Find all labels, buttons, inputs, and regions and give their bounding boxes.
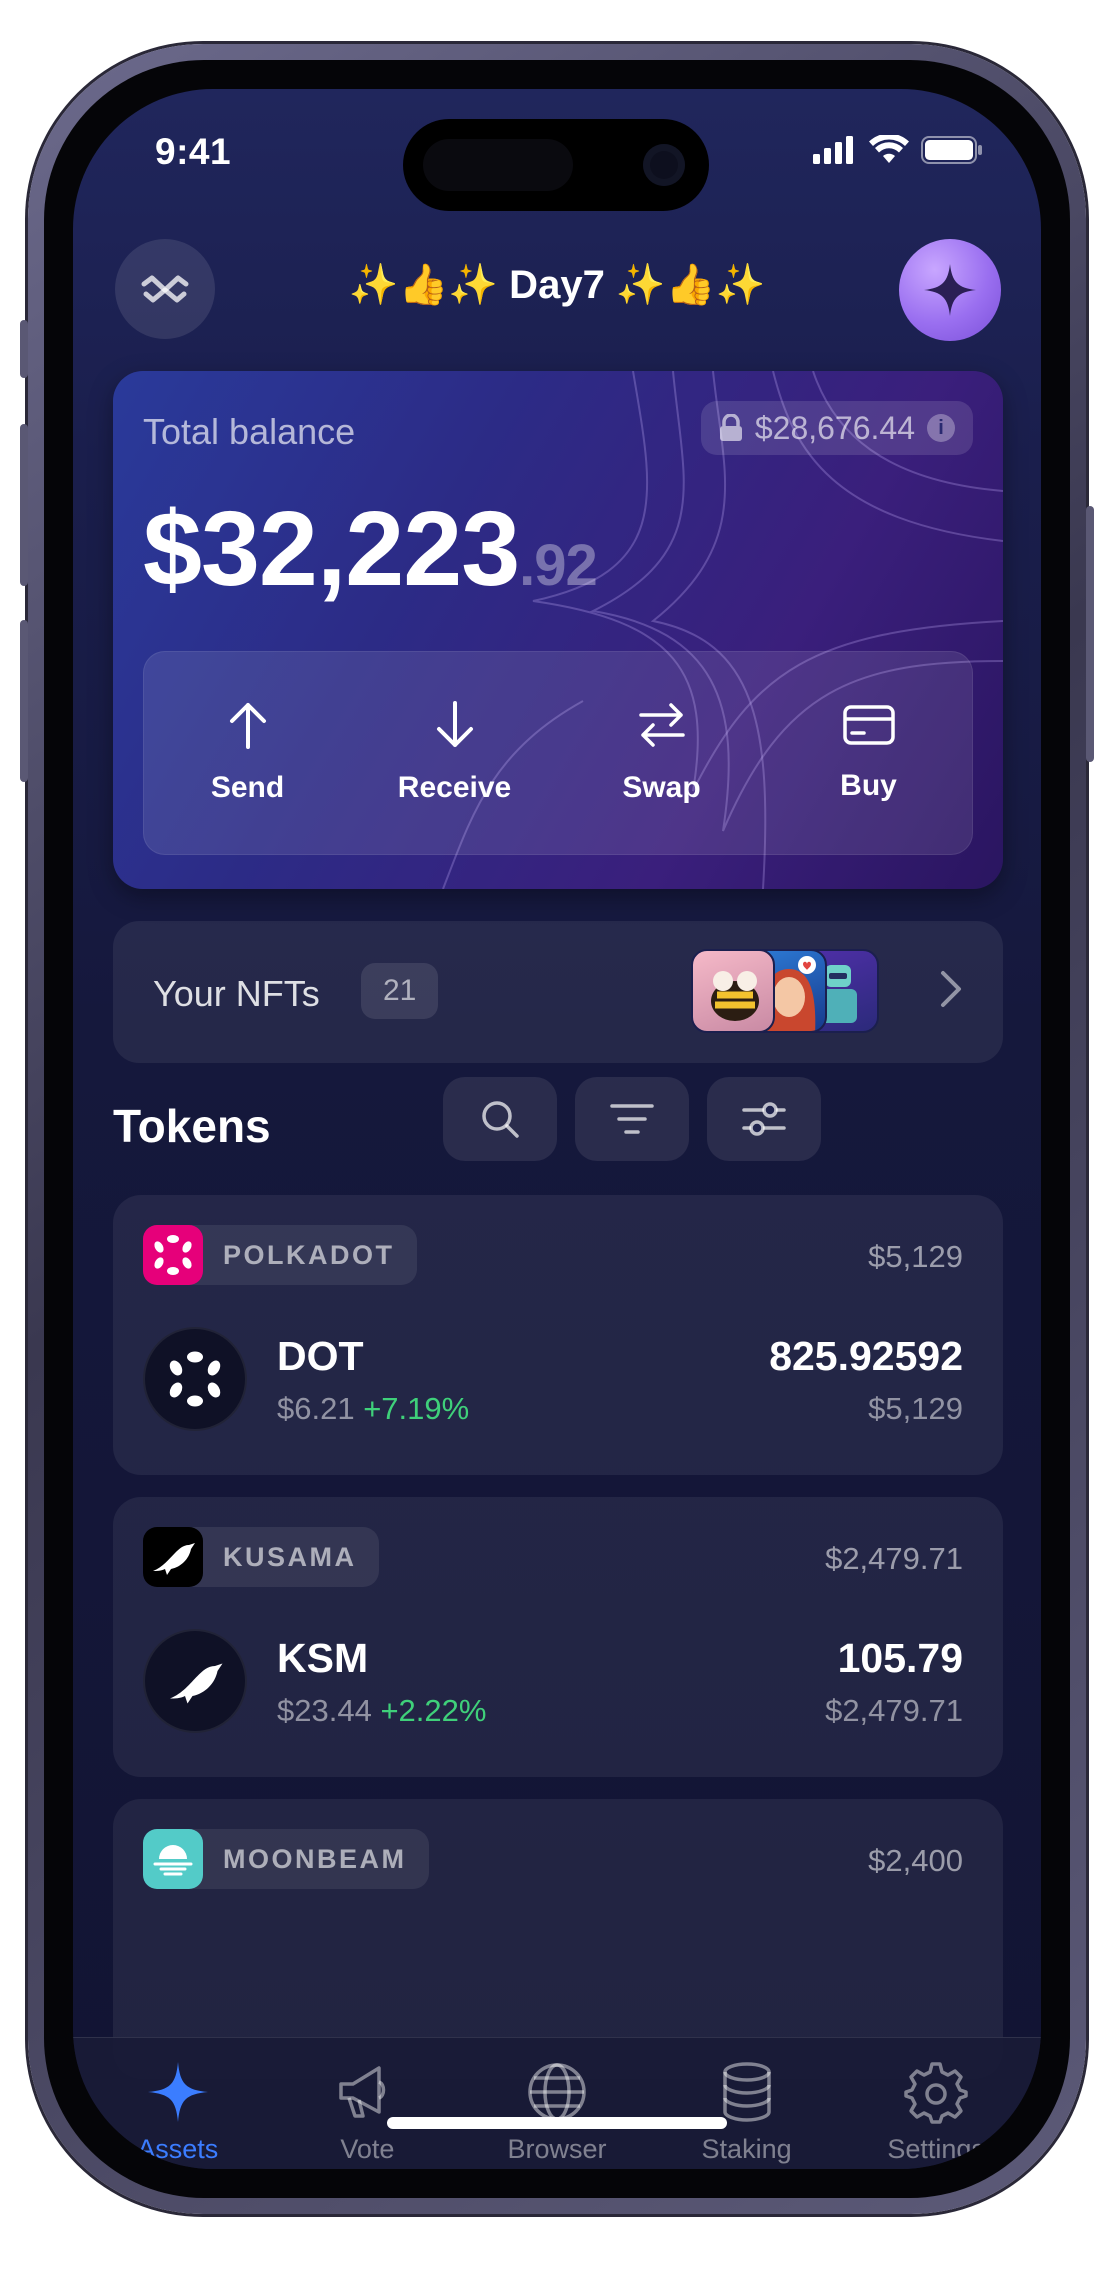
polkadot-logo-icon [143,1225,203,1285]
chevron-right-icon [941,971,961,1007]
buy-button[interactable]: Buy [765,652,972,854]
dot-token-icon [143,1327,247,1431]
tokens-title: Tokens [113,1100,271,1152]
token-price-value: $6.21 [277,1391,355,1426]
tab-vote[interactable]: Vote [273,2038,463,2169]
locked-balance-badge[interactable]: $28,676.44 i [700,401,973,455]
token-group-kusama[interactable]: KUSAMA $2,479.71 KSM $23.44 +2.22% 105.7… [113,1497,1003,1777]
tab-label: Settings [887,2134,985,2164]
buy-label: Buy [840,769,897,802]
token-price-change: +7.19% [363,1391,470,1426]
coins-stack-icon [722,2062,771,2122]
battery-icon [921,136,982,164]
card-icon [842,705,895,745]
bottom-tab-bar: Assets Vote Browser Staking Settings [73,2037,1041,2169]
tab-label: Staking [701,2134,792,2164]
balance-card: Total balance $28,676.44 i $32,223.92 Se… [113,371,1003,889]
nfts-count-badge: 21 [361,963,439,1019]
chain-total-value: $2,400 [868,1843,963,1878]
volume-up-button [20,424,28,586]
balance-cents: .92 [519,533,598,598]
moonbeam-logo-icon [143,1829,203,1889]
chain-tag: POLKADOT [143,1225,417,1285]
nft-thumbnail-bee [691,949,775,1033]
chain-total-value: $5,129 [868,1239,963,1274]
chain-tag: KUSAMA [143,1527,379,1587]
status-time: 9:41 [155,131,232,172]
tab-staking[interactable]: Staking [652,2038,842,2169]
tab-label: Browser [507,2134,607,2164]
token-price-change: +2.22% [380,1693,487,1728]
filter-button[interactable] [575,1077,689,1161]
gear-icon [904,2062,968,2124]
sliders-icon [742,1102,786,1136]
swap-label: Swap [622,771,701,804]
receive-button[interactable]: Receive [351,652,558,854]
send-label: Send [210,771,285,804]
filter-icon [610,1104,654,1134]
balance-whole: $32,223 [143,490,520,608]
token-price-value: $23.44 [277,1693,372,1728]
chain-tag: MOONBEAM [143,1829,429,1889]
token-amount: 105.79 [837,1635,963,1681]
tab-label: Vote [340,2134,395,2164]
chain-name: POLKADOT [223,1239,395,1270]
chain-name: KUSAMA [223,1541,357,1572]
token-amount: 825.92592 [769,1333,963,1379]
token-symbol: KSM [277,1635,369,1681]
token-group-polkadot[interactable]: POLKADOT $5,129 DOT $6.21 +7.19% 825.925… [113,1195,1003,1475]
nft-previews [691,949,881,1035]
send-button[interactable]: Send [144,652,351,854]
volume-down-button [20,620,28,782]
token-price: $6.21 +7.19% [277,1391,469,1427]
globe-icon [528,2063,586,2121]
locked-balance-value: $28,676.44 [754,409,915,446]
cellular-signal-icon [813,136,853,164]
chain-total-value: $2,479.71 [825,1541,963,1576]
arrow-up-icon [229,703,266,749]
tab-assets[interactable]: Assets [83,2038,273,2169]
total-balance-amount: $32,223.92 [143,489,598,610]
sparkle-avatar-icon [924,264,976,316]
dynamic-island [403,119,709,211]
ksm-token-icon [143,1629,247,1733]
nfts-row[interactable]: Your NFTs 21 [113,921,1003,1063]
nfts-label: Your NFTs [153,973,320,1014]
total-balance-label: Total balance [143,411,356,452]
home-indicator[interactable] [387,2117,727,2129]
camera-icon [643,144,685,186]
tab-label: Assets [137,2134,219,2164]
token-fiat-value: $5,129 [868,1391,963,1426]
swap-button[interactable]: Swap [558,652,765,854]
chain-name: MOONBEAM [223,1843,407,1874]
wallet-name[interactable]: ✨👍✨ Day7 ✨👍✨ [73,261,1041,308]
receive-label: Receive [397,771,512,804]
token-price: $23.44 +2.22% [277,1693,486,1729]
search-button[interactable] [443,1077,557,1161]
lock-icon [719,414,742,441]
power-button [1086,506,1094,762]
status-icons [813,135,983,165]
app-screen: 9:41 ✨👍✨ Day7 ✨👍✨ Total balance $28,676.… [73,89,1041,2169]
wifi-icon [869,135,909,163]
tab-browser[interactable]: Browser [462,2038,652,2169]
kusama-logo-icon [143,1527,203,1587]
phone-frame: 9:41 ✨👍✨ Day7 ✨👍✨ Total balance $28,676.… [20,44,1094,2214]
arrow-down-icon [436,701,473,747]
swap-icon [638,703,685,747]
info-icon[interactable]: i [927,414,955,442]
action-button [20,320,28,378]
token-symbol: DOT [277,1333,364,1379]
token-fiat-value: $2,479.71 [825,1693,963,1728]
megaphone-icon [339,2066,386,2118]
profile-avatar-button[interactable] [899,239,1001,341]
search-icon [482,1101,519,1138]
quick-actions: Send Receive Swap Buy [143,651,973,855]
sparkle-icon [147,2062,208,2122]
settings-sliders-button[interactable] [707,1077,821,1161]
tab-settings[interactable]: Settings [841,2038,1031,2169]
